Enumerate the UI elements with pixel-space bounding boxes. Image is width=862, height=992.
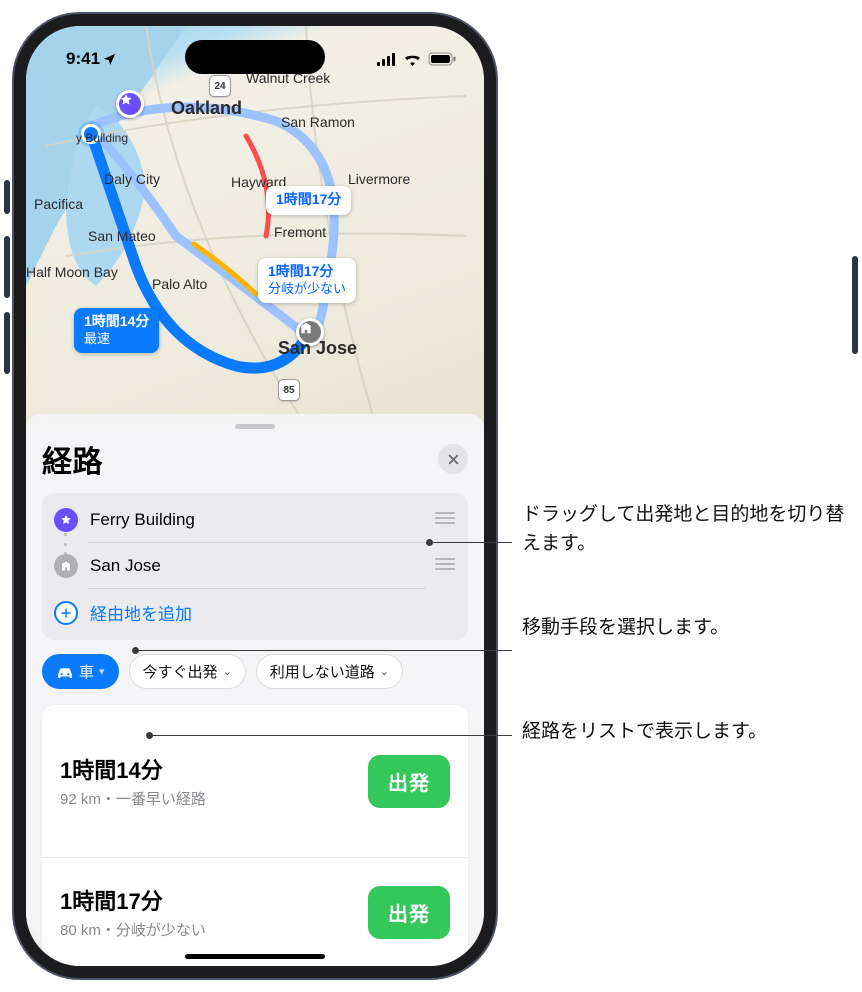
car-icon	[56, 665, 74, 679]
go-button[interactable]: 出発	[368, 755, 450, 808]
origin-pin-icon[interactable]	[116, 90, 144, 118]
dynamic-island	[185, 40, 325, 74]
waypoint-start-label: Ferry Building	[90, 510, 434, 530]
depart-time-chip[interactable]: 今すぐ出発 ⌄	[129, 654, 246, 689]
annotation-mode: 移動手段を選択します。	[522, 613, 729, 642]
annotation-drag: ドラッグして出発地と目的地を切り替えます。	[522, 500, 852, 559]
annotation-list: 経路をリストで表示します。	[522, 717, 767, 746]
close-button[interactable]	[438, 444, 468, 474]
battery-icon	[428, 52, 456, 66]
waypoint-end-label: San Jose	[90, 556, 434, 576]
waypoint-row-end[interactable]: San Jose	[42, 543, 468, 589]
avoid-chip[interactable]: 利用しない道路 ⌄	[256, 654, 403, 689]
phone-frame: 9:41	[14, 14, 496, 978]
route-meta: 92 km・一番早い経路	[60, 788, 206, 809]
map-label-oakland: Oakland	[171, 98, 242, 119]
location-arrow-icon	[102, 52, 117, 67]
route-item[interactable]: 1時間14分 92 km・一番早い経路 出発	[42, 705, 468, 858]
waypoint-row-start[interactable]: Ferry Building	[42, 497, 468, 543]
map-label-livermore: Livermore	[348, 171, 410, 187]
map-label-sanjose: San Jose	[278, 338, 357, 359]
map-label-dalycity: Daly City	[104, 171, 160, 187]
route-shield-85: 85	[278, 379, 300, 401]
waypoints-card: Ferry Building	[42, 493, 468, 640]
map-label-halfmoon: Half Moon Bay	[26, 264, 118, 280]
map-label-ferry: y Building	[76, 131, 128, 145]
chevron-down-icon: ⌄	[223, 665, 232, 678]
mode-chip[interactable]: 車 ▾	[42, 654, 119, 689]
reorder-handle-icon[interactable]	[434, 557, 456, 576]
add-stop-button[interactable]: 経由地を追加	[42, 589, 468, 636]
map-label-sanmateo: San Mateo	[88, 228, 156, 244]
route-item[interactable]: 1時間17分 80 km・分岐が少ない 出発	[42, 858, 468, 966]
map-label-pacifica: Pacifica	[34, 196, 83, 212]
wifi-icon	[403, 52, 422, 66]
home-indicator[interactable]	[185, 954, 325, 959]
route-list: 1時間14分 92 km・一番早い経路 出発 1時間17分 80 km・分岐が少…	[42, 705, 468, 966]
chevron-down-icon: ⌄	[380, 665, 389, 678]
status-time: 9:41	[66, 49, 100, 69]
map-label-fremont: Fremont	[274, 224, 326, 240]
sheet-grabber[interactable]	[235, 424, 275, 429]
star-icon	[54, 508, 78, 532]
directions-sheet[interactable]: 経路 Ferry Building	[26, 414, 484, 966]
building-icon	[54, 554, 78, 578]
chevron-down-icon: ▾	[99, 665, 105, 678]
map-view[interactable]: Oakland Walnut Creek San Ramon Hayward L…	[26, 26, 484, 426]
route-time: 1時間14分	[60, 753, 206, 785]
cellular-icon	[377, 53, 397, 66]
route-callout-primary[interactable]: 1時間14分 最速	[74, 308, 159, 353]
map-label-sanramon: San Ramon	[281, 114, 355, 130]
option-chips: 車 ▾ 今すぐ出発 ⌄ 利用しない道路 ⌄	[42, 654, 468, 689]
close-icon	[447, 453, 460, 466]
plus-icon	[54, 601, 78, 625]
go-button[interactable]: 出発	[368, 886, 450, 939]
route-meta: 80 km・分岐が少ない	[60, 919, 206, 940]
route-callout-alt1[interactable]: 1時間17分	[266, 186, 351, 215]
reorder-handle-icon[interactable]	[434, 511, 456, 530]
add-stop-label: 経由地を追加	[90, 600, 456, 625]
map-label-paloalto: Palo Alto	[152, 276, 207, 292]
route-time: 1時間17分	[60, 884, 206, 916]
sheet-title: 経路	[42, 437, 103, 481]
route-callout-alt2[interactable]: 1時間17分 分岐が少ない	[258, 258, 356, 303]
